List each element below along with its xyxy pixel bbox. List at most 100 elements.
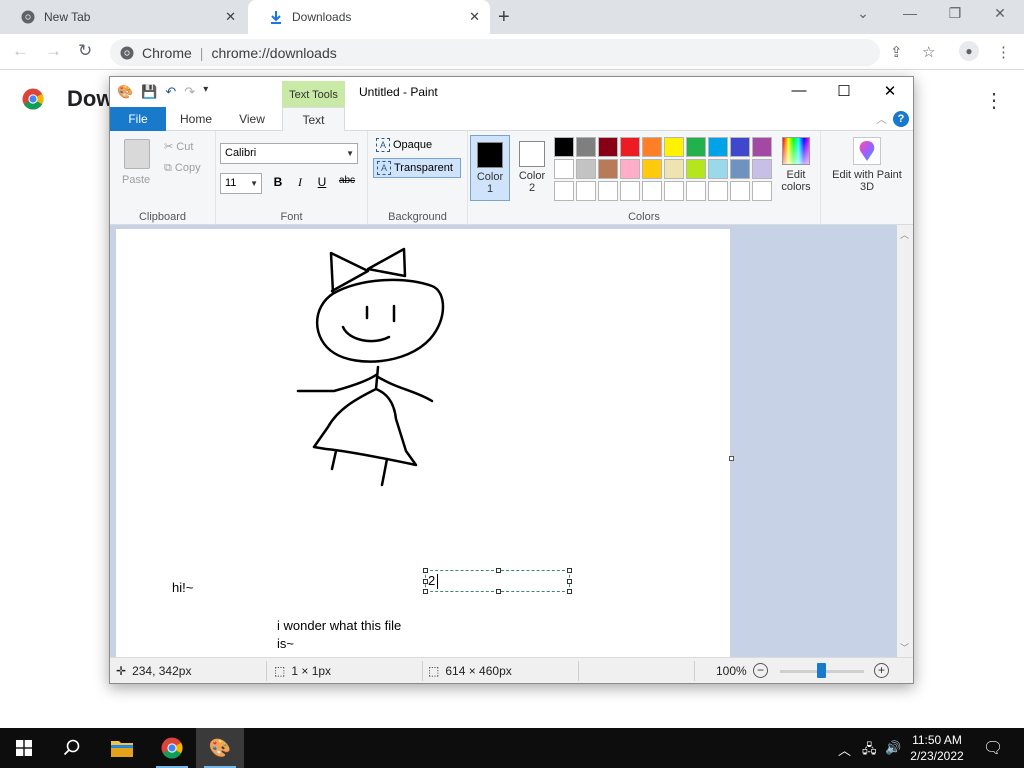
underline-button[interactable]: U (314, 175, 330, 189)
strikethrough-button[interactable]: abc (336, 175, 358, 186)
customize-qat-icon[interactable]: ▾ (203, 84, 208, 100)
maximize-button[interactable]: ☐ (829, 82, 859, 100)
palette-swatch[interactable] (752, 181, 772, 201)
palette-swatch[interactable] (686, 181, 706, 201)
edit-colors-button[interactable]: Edit colors (774, 135, 818, 193)
tab-home[interactable]: Home (170, 107, 222, 131)
paste-button[interactable]: Paste (122, 174, 150, 186)
scroll-down-icon[interactable]: ﹀ (900, 641, 909, 654)
cut-button[interactable]: ✂ Cut (164, 140, 193, 153)
color2-button[interactable]: Color 2 (512, 135, 552, 201)
help-icon[interactable]: ? (893, 111, 909, 127)
collapse-ribbon-icon[interactable]: ︿ (876, 111, 887, 127)
palette-swatch[interactable] (664, 159, 684, 179)
resize-handle[interactable] (567, 579, 572, 584)
canvas-resize-handle[interactable] (729, 456, 734, 461)
palette-swatch[interactable] (730, 181, 750, 201)
resize-handle[interactable] (496, 589, 501, 594)
palette-swatch[interactable] (730, 137, 750, 157)
tab-file[interactable]: File (110, 107, 166, 131)
redo-icon[interactable]: ↷ (184, 84, 195, 100)
system-clock[interactable]: 11:50 AM 2/23/2022 (905, 732, 969, 764)
palette-swatch[interactable] (576, 181, 596, 201)
scroll-up-icon[interactable]: ︿ (900, 228, 909, 241)
palette-swatch[interactable] (730, 159, 750, 179)
font-size-select[interactable]: 11 ▼ (220, 173, 262, 194)
save-icon[interactable]: 💾 (141, 84, 157, 100)
forward-button[interactable]: → (45, 41, 62, 61)
palette-swatch[interactable] (752, 137, 772, 157)
palette-swatch[interactable] (708, 181, 728, 201)
reload-button[interactable]: ↻ (78, 41, 92, 61)
paint-app-icon[interactable]: 🎨 (117, 84, 133, 100)
palette-swatch[interactable] (752, 159, 772, 179)
zoom-in-button[interactable]: + (874, 663, 889, 678)
palette-swatch[interactable] (576, 137, 596, 157)
copy-button[interactable]: ⧉ Copy (164, 162, 201, 175)
palette-swatch[interactable] (642, 159, 662, 179)
notifications-icon[interactable]: 🗨 (983, 738, 1003, 758)
chrome-taskbar-button[interactable] (148, 728, 196, 768)
palette-swatch[interactable] (664, 137, 684, 157)
drawing-canvas[interactable]: hi!~ i wonder what this file is~ 2 (116, 229, 730, 657)
active-text-box[interactable]: 2 (423, 568, 572, 594)
start-button[interactable] (0, 728, 48, 768)
palette-swatch[interactable] (598, 159, 618, 179)
palette-swatch[interactable] (554, 181, 574, 201)
font-family-select[interactable]: Calibri ▼ (220, 143, 358, 164)
edit-with-paint3d-button[interactable]: Edit with Paint 3D (827, 135, 907, 193)
palette-swatch[interactable] (664, 181, 684, 201)
tab-view[interactable]: View (226, 107, 278, 131)
vertical-scrollbar[interactable]: ︿ ﹀ (897, 225, 913, 657)
bold-button[interactable]: B (270, 175, 286, 189)
menu-dots-icon[interactable]: ⋮ (996, 43, 1011, 61)
paint-taskbar-button[interactable]: 🎨 (196, 728, 244, 768)
palette-swatch[interactable] (708, 137, 728, 157)
close-button[interactable]: ✕ (875, 82, 905, 100)
resize-handle[interactable] (423, 579, 428, 584)
undo-icon[interactable]: ↶ (165, 84, 176, 100)
palette-swatch[interactable] (708, 159, 728, 179)
zoom-slider-thumb[interactable] (817, 663, 826, 678)
resize-handle[interactable] (423, 589, 428, 594)
palette-swatch[interactable] (642, 181, 662, 201)
tab-text[interactable]: Text (282, 107, 345, 132)
volume-icon[interactable]: 🔊 (885, 740, 901, 756)
bookmark-star-icon[interactable]: ☆ (922, 43, 935, 61)
tab-search-icon[interactable]: ⌄ (848, 5, 878, 22)
palette-swatch[interactable] (686, 159, 706, 179)
palette-swatch[interactable] (620, 181, 640, 201)
palette-swatch[interactable] (598, 137, 618, 157)
zoom-out-button[interactable]: − (753, 663, 768, 678)
restore-button[interactable]: ❐ (940, 5, 970, 22)
minimize-button[interactable]: — (895, 5, 925, 21)
file-explorer-button[interactable] (98, 728, 146, 768)
minimize-button[interactable]: — (784, 82, 814, 99)
network-icon[interactable]: 🖧 (862, 740, 877, 762)
close-tab-icon[interactable]: ✕ (469, 9, 480, 25)
back-button[interactable]: ← (12, 41, 29, 61)
search-button[interactable] (48, 728, 96, 768)
palette-swatch[interactable] (554, 137, 574, 157)
close-window-button[interactable]: ✕ (985, 5, 1015, 22)
profile-avatar-icon[interactable]: ● (959, 41, 979, 61)
transparent-button[interactable]: A Transparent (373, 158, 461, 178)
color1-button[interactable]: Color 1 (470, 135, 510, 201)
address-bar[interactable]: Chrome | chrome://downloads (110, 39, 880, 66)
palette-swatch[interactable] (554, 159, 574, 179)
share-icon[interactable]: ⇪ (890, 43, 903, 61)
resize-handle[interactable] (567, 589, 572, 594)
italic-button[interactable]: I (292, 175, 308, 190)
page-menu-icon[interactable]: ⋮ (984, 88, 1004, 113)
close-tab-icon[interactable]: ✕ (225, 9, 236, 25)
tab-downloads[interactable]: Downloads ✕ (248, 0, 490, 34)
show-hidden-icons-icon[interactable]: ︿ (838, 740, 851, 759)
resize-handle[interactable] (496, 568, 501, 573)
palette-swatch[interactable] (686, 137, 706, 157)
resize-handle[interactable] (567, 568, 572, 573)
tab-new-tab[interactable]: New Tab ✕ (0, 0, 246, 34)
palette-swatch[interactable] (576, 159, 596, 179)
opaque-button[interactable]: A Opaque (373, 136, 461, 156)
palette-swatch[interactable] (642, 137, 662, 157)
palette-swatch[interactable] (598, 181, 618, 201)
